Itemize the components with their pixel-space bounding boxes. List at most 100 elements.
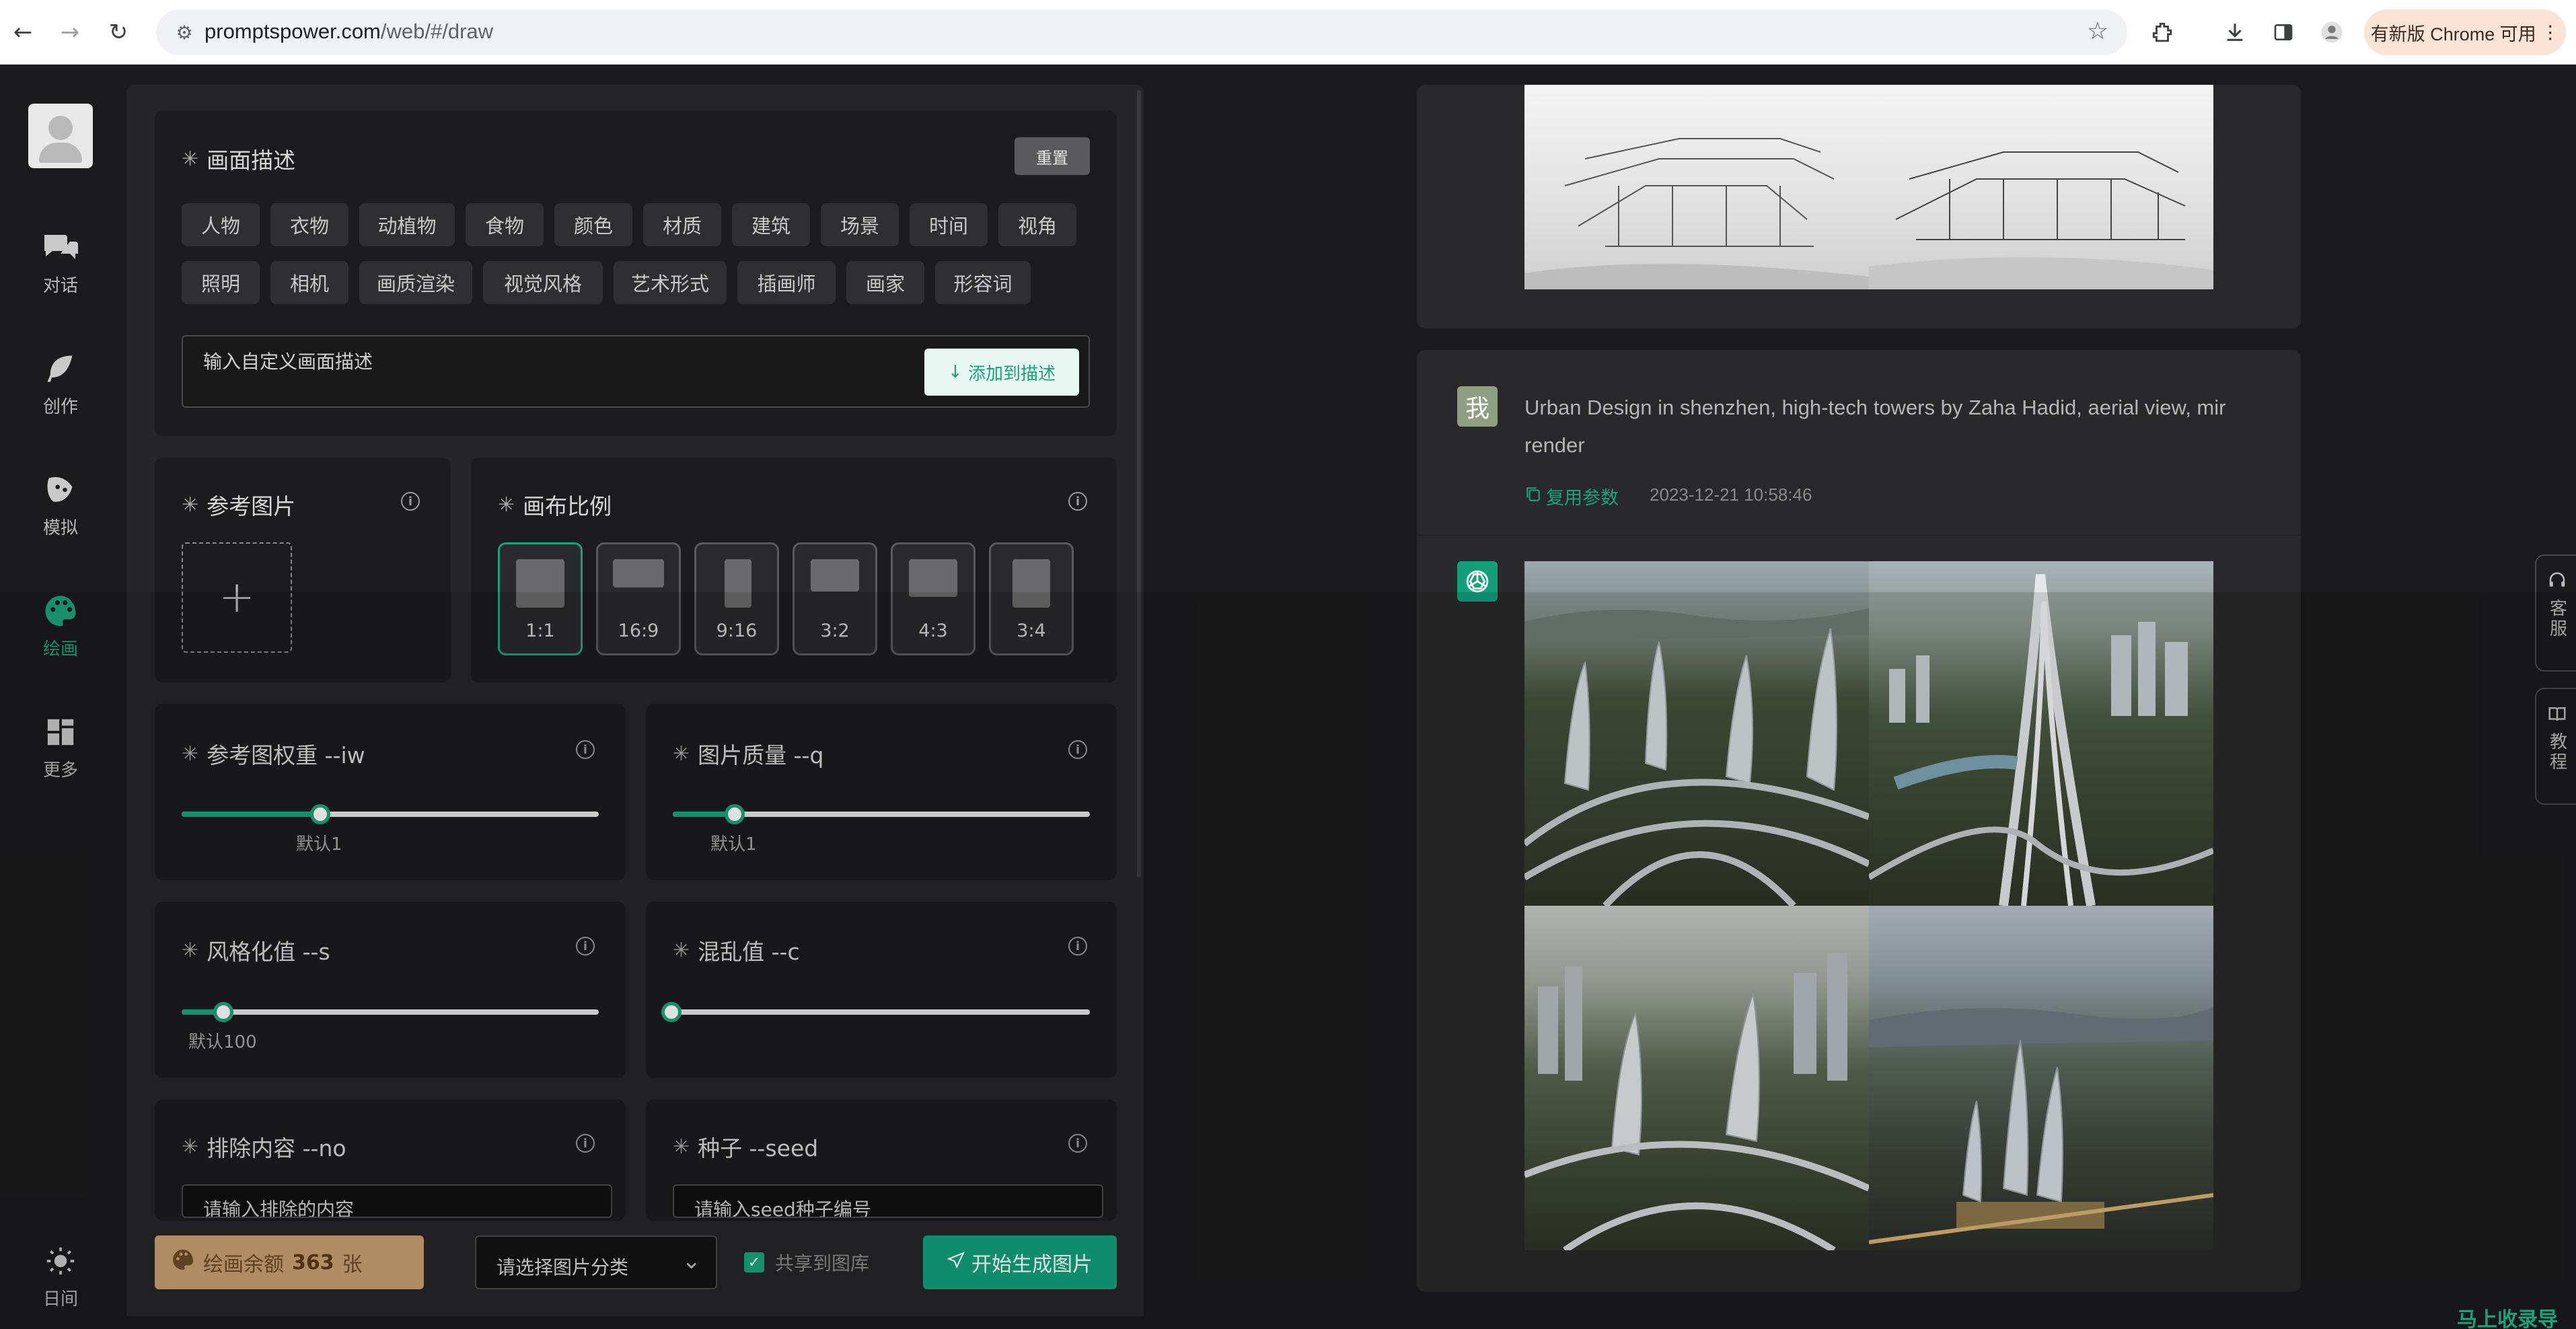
- chip-food[interactable]: 食物: [466, 203, 544, 246]
- drawing-balance-button[interactable]: 绘画余额 363 张: [155, 1235, 424, 1289]
- image-weight-title-text: 参考图权重 --iw: [207, 742, 365, 768]
- ratio-option-4-3[interactable]: 4:3: [891, 542, 976, 655]
- back-arrow-icon[interactable]: ←: [5, 15, 40, 50]
- image-weight-default-note: 默认1: [296, 834, 342, 855]
- stylize-slider[interactable]: [182, 1009, 599, 1015]
- reference-image-title-text: 参考图片: [207, 493, 296, 519]
- ratio-option-3-2[interactable]: 3:2: [793, 542, 877, 655]
- info-icon[interactable]: i: [576, 740, 595, 759]
- add-to-description-button[interactable]: ↓ 添加到描述: [924, 349, 1079, 396]
- chip-clothing[interactable]: 衣物: [270, 203, 348, 246]
- chaos-slider-handle[interactable]: [661, 1002, 682, 1022]
- ratio-option-1-1[interactable]: 1:1: [498, 542, 583, 655]
- stylize-slider-handle[interactable]: [213, 1002, 233, 1022]
- chip-scene[interactable]: 场景: [821, 203, 899, 246]
- site-info-icon[interactable]: ⚙: [171, 19, 198, 46]
- generated-image-1[interactable]: [1524, 561, 1869, 906]
- bookmark-star-icon[interactable]: ☆: [2087, 17, 2108, 45]
- generated-image-3[interactable]: [1524, 906, 1869, 1250]
- url-path: /web/#/draw: [380, 20, 494, 43]
- side-panel-icon[interactable]: [2265, 13, 2302, 51]
- extensions-icon[interactable]: [2143, 13, 2181, 51]
- forward-arrow-icon[interactable]: →: [52, 15, 87, 50]
- ratio-label: 4:3: [918, 620, 948, 641]
- image-weight-slider-handle[interactable]: [310, 804, 330, 824]
- reload-icon[interactable]: ↻: [101, 15, 136, 50]
- chip-illustrator[interactable]: 插画师: [737, 261, 836, 304]
- canvas-ratio-title-text: 画布比例: [523, 493, 612, 519]
- info-icon[interactable]: i: [576, 1134, 595, 1153]
- chaos-title-text: 混乱值 --c: [698, 939, 800, 965]
- image-category-select[interactable]: 请选择图片分类 ⌄: [475, 1235, 717, 1289]
- nav-item-chat[interactable]: 对话: [0, 219, 121, 307]
- info-icon[interactable]: i: [1068, 740, 1087, 759]
- generated-image-2[interactable]: [1869, 561, 2213, 906]
- chip-visual-style[interactable]: 视觉风格: [483, 261, 603, 304]
- chip-flora-fauna[interactable]: 动植物: [359, 203, 455, 246]
- balance-value: 363: [292, 1250, 334, 1274]
- customer-service-tab[interactable]: 客服: [2535, 554, 2576, 672]
- result-image-sketch-1[interactable]: [1524, 85, 1869, 289]
- chip-render-quality[interactable]: 画质渲染: [359, 261, 472, 304]
- user-avatar[interactable]: [28, 104, 93, 168]
- share-to-gallery-checkbox[interactable]: ✓ 共享到图库: [744, 1249, 869, 1276]
- upload-reference-button[interactable]: +: [182, 542, 292, 653]
- chip-color[interactable]: 颜色: [554, 203, 632, 246]
- nav-item-create[interactable]: 创作: [0, 340, 121, 428]
- chip-material[interactable]: 材质: [643, 203, 721, 246]
- chip-art-form[interactable]: 艺术形式: [614, 261, 727, 304]
- info-icon[interactable]: i: [576, 937, 595, 956]
- profile-icon[interactable]: [2313, 13, 2351, 51]
- url-text[interactable]: promptspower.com/web/#/draw: [205, 20, 493, 44]
- feather-icon: [42, 351, 79, 386]
- exclude-title-text: 排除内容 --no: [207, 1135, 346, 1161]
- chip-person[interactable]: 人物: [182, 203, 260, 246]
- nav-item-more[interactable]: 更多: [0, 704, 121, 791]
- chip-architecture[interactable]: 建筑: [732, 203, 810, 246]
- image-weight-card: [155, 704, 626, 880]
- url-host: promptspower.com: [205, 20, 381, 43]
- app-root: { "browser": { "url_host": "promptspower…: [0, 0, 2576, 1329]
- nav-item-simulate[interactable]: 模拟: [0, 462, 121, 549]
- reuse-params-button[interactable]: 复用参数: [1524, 483, 1619, 509]
- generated-image-4[interactable]: [1869, 906, 2213, 1250]
- chaos-title: ✳ 混乱值 --c: [673, 934, 800, 966]
- chip-adjective[interactable]: 形容词: [935, 261, 1031, 304]
- nav-item-draw[interactable]: 绘画: [0, 583, 121, 670]
- exclude-title: ✳ 排除内容 --no: [182, 1130, 346, 1163]
- canvas-ratio-title: ✳ 画布比例: [498, 489, 612, 521]
- quality-slider-handle[interactable]: [725, 804, 745, 824]
- seed-title-text: 种子 --seed: [698, 1135, 819, 1161]
- chip-camera[interactable]: 相机: [270, 261, 348, 304]
- reset-button[interactable]: 重置: [1015, 137, 1090, 175]
- chip-angle[interactable]: 视角: [998, 203, 1076, 246]
- tutorial-tab[interactable]: 教程: [2535, 688, 2576, 805]
- stylize-title-text: 风格化值 --s: [207, 939, 330, 965]
- ratio-option-9-16[interactable]: 9:16: [694, 542, 779, 655]
- result-image-sketch-2[interactable]: [1869, 85, 2213, 289]
- seed-placeholder: 请输入seed种子编号: [694, 1198, 871, 1218]
- address-bar[interactable]: ⚙ promptspower.com/web/#/draw ☆: [156, 9, 2127, 55]
- tutorial-label: 教程: [2546, 732, 2567, 773]
- chip-painter[interactable]: 画家: [846, 261, 924, 304]
- download-icon[interactable]: [2216, 13, 2254, 51]
- chrome-update-button[interactable]: 有新版 Chrome 可用 ⋮: [2364, 9, 2566, 55]
- ratio-option-3-4[interactable]: 3:4: [989, 542, 1074, 655]
- exclude-placeholder: 请输入排除的内容: [203, 1198, 355, 1218]
- info-icon[interactable]: i: [1068, 492, 1087, 511]
- theme-toggle[interactable]: 日间: [0, 1233, 121, 1320]
- panel-scrollbar[interactable]: [1137, 90, 1141, 877]
- info-icon[interactable]: i: [1068, 937, 1087, 956]
- chaos-card: [646, 902, 1117, 1078]
- generate-image-button[interactable]: 开始生成图片: [923, 1235, 1117, 1289]
- exclude-input[interactable]: 请输入排除的内容: [182, 1184, 612, 1218]
- chaos-slider[interactable]: [673, 1009, 1090, 1015]
- chip-lighting[interactable]: 照明: [182, 261, 260, 304]
- chip-time[interactable]: 时间: [910, 203, 988, 246]
- ratio-option-16-9[interactable]: 16:9: [596, 542, 681, 655]
- info-icon[interactable]: i: [1068, 1134, 1087, 1153]
- custom-description-placeholder: 输入自定义画面描述: [203, 351, 373, 373]
- info-icon[interactable]: i: [401, 492, 420, 511]
- checkbox-checked-icon[interactable]: ✓: [744, 1252, 764, 1272]
- seed-input[interactable]: 请输入seed种子编号: [673, 1184, 1103, 1218]
